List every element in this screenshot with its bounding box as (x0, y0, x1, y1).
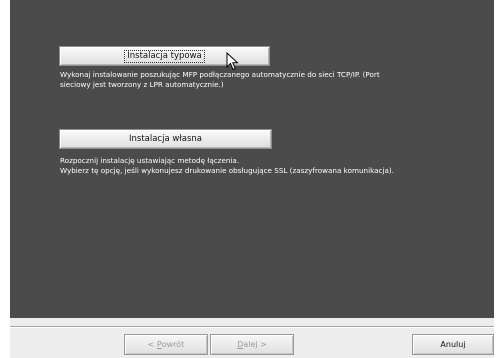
typical-install-label: Instalacja typowa (124, 49, 205, 63)
typical-install-description: Wykonaj instalowanie poszukując MFP podł… (60, 70, 380, 90)
cancel-button[interactable]: Anuluj (412, 334, 494, 355)
wizard-footer: < Powrót Dalej > Anuluj (10, 318, 494, 358)
typical-description-line2: sieciowy jest tworzony z LPR automatyczn… (60, 80, 224, 89)
cancel-label: Anuluj (440, 340, 466, 349)
typical-description-line1: Wykonaj instalowanie poszukując MFP podł… (60, 70, 380, 79)
arrow-cursor-icon (226, 52, 239, 71)
custom-install-button[interactable]: Instalacja własna (59, 129, 272, 149)
back-label: owrót (161, 340, 185, 349)
custom-install-description: Rozpocznij instalację ustawiając metodę … (60, 156, 394, 176)
back-button[interactable]: < Powrót (124, 334, 208, 355)
back-prefix: < (147, 340, 157, 349)
custom-description-line2: Wybierz tę opcję, jeśli wykonujesz druko… (60, 166, 394, 175)
custom-description-line1: Rozpocznij instalację ustawiając metodę … (60, 156, 240, 165)
custom-install-label: Instalacja własna (129, 134, 202, 144)
next-button[interactable]: Dalej > (210, 334, 294, 355)
next-label: alej > (243, 340, 267, 349)
setup-type-panel: Instalacja typowa Wykonaj instalowanie p… (10, 0, 494, 318)
installer-window: Instalacja typowa Wykonaj instalowanie p… (0, 0, 499, 358)
footer-divider (10, 326, 494, 328)
